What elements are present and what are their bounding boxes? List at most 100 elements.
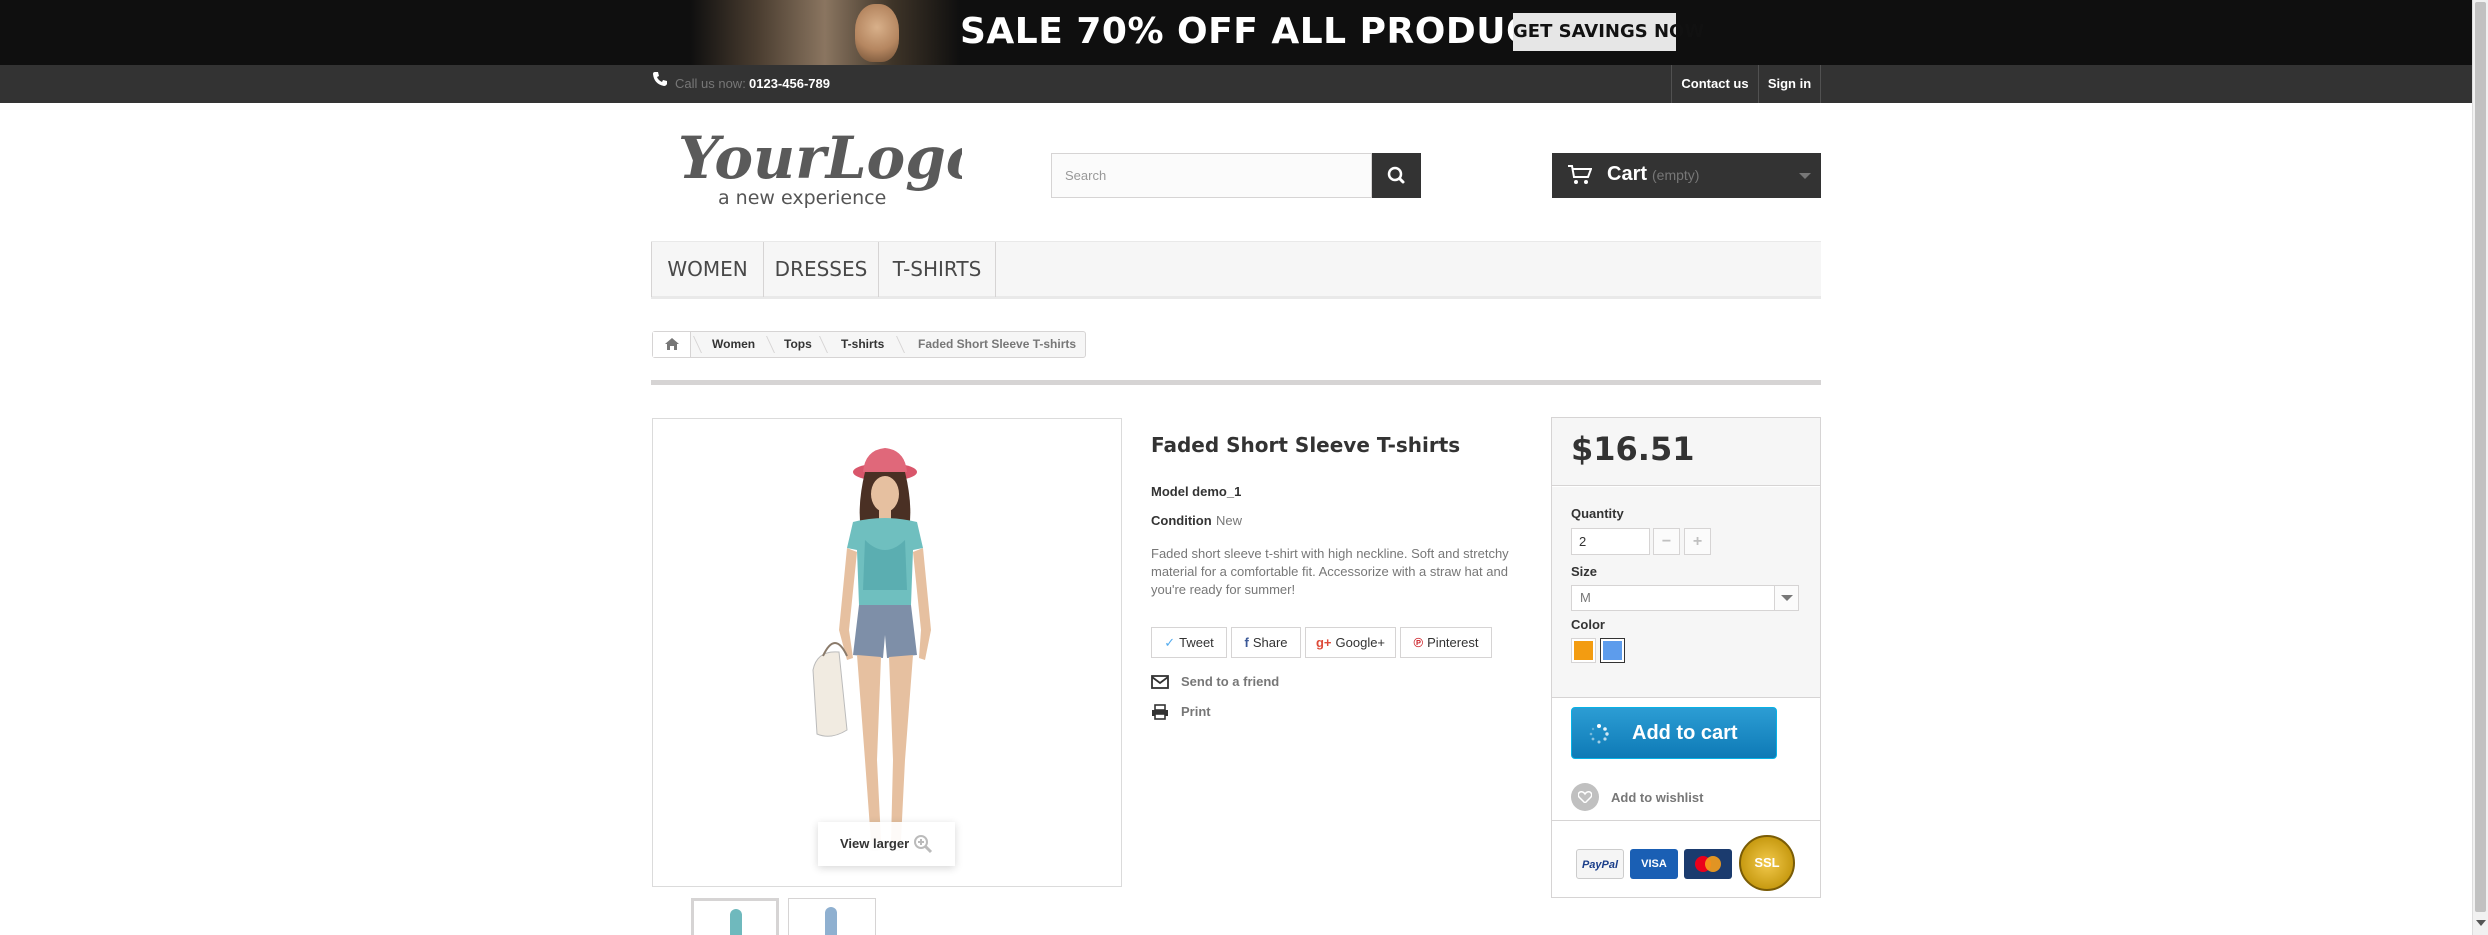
envelope-icon [1151, 675, 1169, 689]
banner-photo [690, 0, 960, 65]
breadcrumb-separator [819, 336, 828, 353]
share-label: Share [1252, 635, 1288, 650]
price-area: $16.51 [1552, 418, 1820, 486]
logo-tagline: a new experience [718, 187, 886, 208]
color-label: Color [1571, 617, 1605, 632]
thumbnail-image [825, 907, 837, 935]
add-to-cart-label: Add to cart [1632, 722, 1738, 744]
sign-in-link[interactable]: Sign in [1758, 65, 1821, 103]
search-icon [1387, 166, 1405, 184]
cart-button[interactable]: Cart (empty) [1552, 153, 1821, 198]
breadcrumb-women[interactable]: Women [712, 332, 755, 357]
view-larger-button[interactable]: View larger [818, 822, 955, 866]
chevron-down-icon [1799, 173, 1811, 179]
banner-model-image [855, 4, 899, 62]
print-link[interactable]: Print [1151, 702, 1271, 722]
cart-status: (empty) [1652, 167, 1700, 183]
tweet-label: Tweet [1179, 635, 1214, 650]
search-button[interactable] [1372, 153, 1421, 198]
phone-icon [653, 72, 667, 86]
print-label: Print [1181, 704, 1211, 719]
payment-logos: PayPal VISA SSL [1552, 820, 1820, 897]
call-us-label: Call us now: [675, 76, 746, 91]
product-title: Faded Short Sleeve T-shirts [1151, 433, 1461, 457]
zoom-icon [914, 835, 933, 854]
heart-icon[interactable] [1571, 783, 1599, 811]
size-value: M [1580, 590, 1591, 605]
condition-label: Condition [1151, 513, 1212, 528]
breadcrumb-separator [693, 336, 702, 353]
quantity-decrease-button[interactable]: − [1653, 528, 1680, 555]
thumbnail-image [730, 909, 742, 935]
send-to-friend-label: Send to a friend [1181, 674, 1280, 689]
buy-block: $16.51 Quantity 2 − + Size M Color Add t… [1551, 417, 1821, 898]
pinterest-icon: ℗ [1413, 635, 1424, 650]
cart-icon [1568, 165, 1592, 184]
get-savings-button[interactable]: GET SAVINGS NOW [1513, 13, 1704, 51]
cart-label: Cart [1607, 163, 1648, 185]
size-select[interactable]: M [1571, 585, 1799, 611]
send-to-friend-link[interactable]: Send to a friend [1151, 672, 1331, 692]
swatch-fill [1574, 641, 1593, 660]
condition-value: New [1216, 513, 1243, 528]
vertical-scrollbar[interactable] [2472, 0, 2488, 935]
breadcrumb-current: Faded Short Sleeve T-shirts [918, 337, 1077, 351]
menu-item-women[interactable]: WOMEN [651, 242, 764, 297]
add-to-wishlist-link[interactable]: Add to wishlist [1611, 790, 1703, 805]
pinterest-label: Pinterest [1427, 635, 1479, 650]
swatch-fill [1603, 641, 1622, 660]
ssl-seal: SSL [1739, 835, 1795, 891]
phone-number: 0123-456-789 [749, 76, 830, 91]
product-thumbnail-2[interactable] [788, 898, 876, 935]
visa-logo: VISA [1630, 849, 1678, 879]
breadcrumb-separator [896, 336, 905, 353]
google-plus-button[interactable]: g+ Google+ [1305, 627, 1396, 658]
breadcrumb-tshirts[interactable]: T-shirts [841, 332, 884, 357]
site-logo[interactable]: YourLogo a new experience [676, 122, 962, 208]
quantity-input[interactable]: 2 [1571, 528, 1650, 555]
google-plus-label: Google+ [1335, 635, 1386, 650]
product-thumbnail-1[interactable] [691, 898, 779, 935]
facebook-share-button[interactable]: f Share [1231, 627, 1301, 658]
breadcrumb: Women Tops T-shirts Faded Short Sleeve T… [652, 331, 1086, 358]
contact-us-link[interactable]: Contact us [1671, 65, 1758, 103]
breadcrumb-home[interactable] [653, 332, 691, 357]
mastercard-circles [1695, 856, 1721, 872]
view-larger-label: View larger [840, 836, 910, 851]
mastercard-logo [1684, 849, 1732, 879]
tweet-button[interactable]: ✓ Tweet [1151, 627, 1227, 658]
product-description: Faded short sleeve t-shirt with high nec… [1151, 546, 1509, 597]
scroll-down-arrow[interactable] [2476, 920, 2486, 926]
menu-item-dresses[interactable]: DRESSES [764, 242, 879, 297]
banner-headline: SALE 70% OFF ALL PRODUCTS [960, 11, 1585, 52]
size-label: Size [1571, 564, 1598, 579]
heart-shape [1578, 791, 1592, 803]
search-input[interactable]: Search [1051, 153, 1372, 198]
printer-icon [1152, 704, 1168, 720]
chevron-down-icon [1774, 586, 1798, 610]
promo-banner[interactable]: SALE 70% OFF ALL PRODUCTS GET SAVINGS NO… [0, 0, 2472, 65]
product-price: $16.51 [1571, 430, 1695, 468]
breadcrumb-tops[interactable]: Tops [784, 332, 812, 357]
color-swatch-blue[interactable] [1600, 638, 1625, 663]
google-plus-icon: g+ [1315, 635, 1332, 650]
product-image[interactable] [735, 430, 1035, 870]
pinterest-button[interactable]: ℗ Pinterest [1400, 627, 1492, 658]
color-swatch-orange[interactable] [1571, 638, 1596, 663]
twitter-icon: ✓ [1164, 635, 1176, 650]
logo-text: YourLogo [678, 124, 962, 192]
facebook-icon: f [1244, 635, 1249, 650]
spinner-icon [1589, 724, 1609, 744]
paypal-logo: PayPal [1576, 849, 1624, 879]
quantity-increase-button[interactable]: + [1684, 528, 1711, 555]
add-to-cart-button[interactable]: Add to cart [1571, 707, 1777, 759]
breadcrumb-separator [766, 336, 775, 353]
scrollbar-thumb[interactable] [2475, 2, 2486, 912]
page-divider [651, 380, 1821, 385]
main-menu: WOMEN DRESSES T-SHIRTS [651, 241, 1821, 299]
menu-item-tshirts[interactable]: T-SHIRTS [879, 242, 996, 297]
page: SALE 70% OFF ALL PRODUCTS GET SAVINGS NO… [0, 0, 2488, 935]
quantity-label: Quantity [1571, 506, 1624, 521]
top-nav-bar [0, 65, 2472, 103]
home-icon [664, 338, 679, 350]
